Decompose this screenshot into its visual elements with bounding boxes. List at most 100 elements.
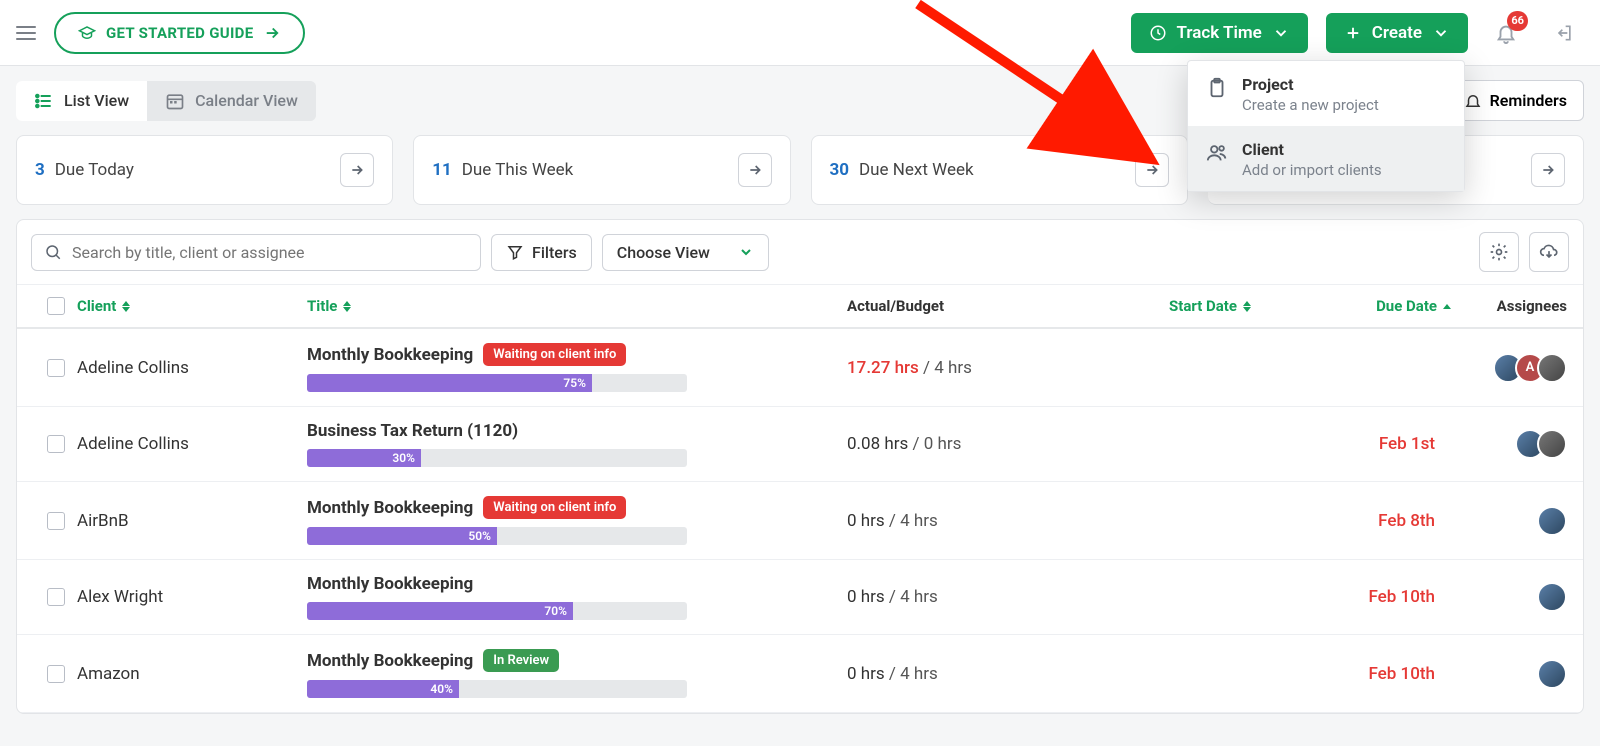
tasks-panel: Filters Choose View Client Title Actual/… (16, 219, 1584, 714)
row-due-date: Feb 10th (1251, 587, 1451, 607)
chevron-down-icon (1272, 24, 1290, 42)
row-title: Monthly Bookkeeping (307, 498, 473, 518)
grad-cap-icon (78, 24, 96, 42)
table-row[interactable]: Adeline CollinsBusiness Tax Return (1120… (17, 407, 1583, 482)
avatar[interactable] (1537, 506, 1567, 536)
menu-icon[interactable] (16, 26, 36, 40)
logout-button[interactable] (1544, 13, 1584, 53)
exit-icon (1554, 23, 1574, 43)
list-icon (34, 91, 54, 111)
gear-icon (1489, 242, 1509, 262)
clock-icon (1149, 24, 1167, 42)
chevron-down-icon (738, 244, 754, 260)
track-time-button[interactable]: Track Time (1131, 13, 1308, 53)
arrow-right-icon (747, 162, 763, 178)
guide-label: GET STARTED GUIDE (106, 24, 253, 42)
avatar[interactable] (1537, 429, 1567, 459)
card-go-button[interactable] (1531, 153, 1565, 187)
avatar[interactable] (1537, 582, 1567, 612)
tab-calendar-view[interactable]: Calendar View (147, 81, 316, 121)
progress-pct: 70% (544, 604, 567, 618)
progress-bar: 75% (307, 374, 687, 392)
chevron-down-icon (1432, 24, 1450, 42)
card-go-button[interactable] (1135, 153, 1169, 187)
progress-bar: 30% (307, 449, 687, 467)
row-assignees: A (1451, 353, 1583, 383)
sort-icon (1443, 304, 1451, 309)
col-title[interactable]: Title (291, 297, 831, 315)
create-menu-sub: Add or import clients (1242, 161, 1382, 179)
summary-card[interactable]: 11Due This Week (413, 135, 790, 205)
row-actual-budget: 0 hrs / 4 hrs (831, 587, 1051, 607)
row-due-date: Feb 10th (1251, 664, 1451, 684)
notifications-badge: 66 (1507, 11, 1528, 31)
progress-bar: 50% (307, 527, 687, 545)
search-icon (44, 243, 62, 261)
calendar-icon (165, 91, 185, 111)
arrow-right-icon (349, 162, 365, 178)
row-title: Monthly Bookkeeping (307, 345, 473, 365)
row-assignees (1451, 659, 1583, 689)
row-title-cell: Monthly Bookkeeping Waiting on client inf… (291, 343, 831, 392)
get-started-guide-button[interactable]: GET STARTED GUIDE (54, 12, 305, 54)
table-row[interactable]: AmazonMonthly BookkeepingIn Review40%0 h… (17, 635, 1583, 713)
row-actual-budget: 0 hrs / 4 hrs (831, 511, 1051, 531)
search-box[interactable] (31, 234, 481, 271)
tab-calendar-label: Calendar View (195, 91, 298, 110)
create-menu-title: Project (1242, 75, 1379, 94)
row-title-cell: Business Tax Return (1120)30% (291, 421, 831, 467)
choose-view-button[interactable]: Choose View (602, 234, 769, 271)
row-title: Monthly Bookkeeping (307, 574, 473, 594)
row-assignees (1451, 506, 1583, 536)
card-go-button[interactable] (340, 153, 374, 187)
status-tag: Waiting on client info (483, 496, 626, 519)
card-count: 30 (830, 160, 850, 180)
arrow-right-icon (1540, 162, 1556, 178)
table-row[interactable]: AirBnBMonthly BookkeepingWaiting on clie… (17, 482, 1583, 560)
avatar[interactable] (1537, 353, 1567, 383)
row-client: Adeline Collins (61, 434, 291, 454)
reminders-button[interactable]: Reminders (1447, 80, 1584, 121)
progress-pct: 40% (430, 682, 453, 696)
settings-button[interactable] (1479, 232, 1519, 272)
row-due-date: Feb 8th (1251, 511, 1451, 531)
sort-icon (343, 301, 351, 312)
filters-button[interactable]: Filters (491, 234, 592, 271)
table-row[interactable]: Alex Wright Monthly Bookkeeping 70% 0 hrs /… (17, 560, 1583, 635)
row-title: Monthly Bookkeeping (307, 651, 473, 671)
table-row[interactable]: Adeline CollinsMonthly BookkeepingWaitin… (17, 329, 1583, 407)
notifications-button[interactable]: 66 (1486, 13, 1526, 53)
summary-card[interactable]: 3Due Today (16, 135, 393, 205)
create-menu-client[interactable]: Client Add or import clients (1188, 126, 1464, 191)
choose-view-label: Choose View (617, 243, 710, 262)
row-actual-budget: 0 hrs / 4 hrs (831, 664, 1051, 684)
status-tag: Waiting on client info (483, 343, 626, 366)
create-label: Create (1372, 23, 1422, 43)
row-due-date: Feb 1st (1251, 434, 1451, 454)
arrow-right-icon (263, 24, 281, 42)
filter-icon (506, 243, 524, 261)
progress-bar: 70% (307, 602, 687, 620)
create-button[interactable]: Create (1326, 13, 1468, 53)
tab-list-label: List View (64, 91, 129, 110)
create-menu-project[interactable]: Project Create a new project (1188, 61, 1464, 126)
card-go-button[interactable] (738, 153, 772, 187)
card-label: Due Next Week (859, 160, 974, 180)
bell-icon (1464, 92, 1482, 110)
col-due-date[interactable]: Due Date (1251, 297, 1451, 315)
download-button[interactable] (1529, 232, 1569, 272)
row-client: Amazon (61, 664, 291, 684)
progress-pct: 30% (392, 451, 415, 465)
row-actual-budget: 0.08 hrs / 0 hrs (831, 434, 1051, 454)
search-input[interactable] (72, 243, 468, 262)
row-title-cell: Monthly Bookkeeping 70% (291, 574, 831, 620)
summary-card[interactable]: 30 Due Next Week (811, 135, 1188, 205)
tab-list-view[interactable]: List View (16, 81, 147, 121)
row-assignees (1451, 429, 1583, 459)
progress-pct: 75% (563, 376, 586, 390)
avatar[interactable] (1537, 659, 1567, 689)
row-client: Alex Wright (61, 587, 291, 607)
card-label: Due This Week (462, 160, 574, 180)
col-client[interactable]: Client (61, 297, 291, 315)
col-start-date[interactable]: Start Date (1051, 297, 1251, 315)
